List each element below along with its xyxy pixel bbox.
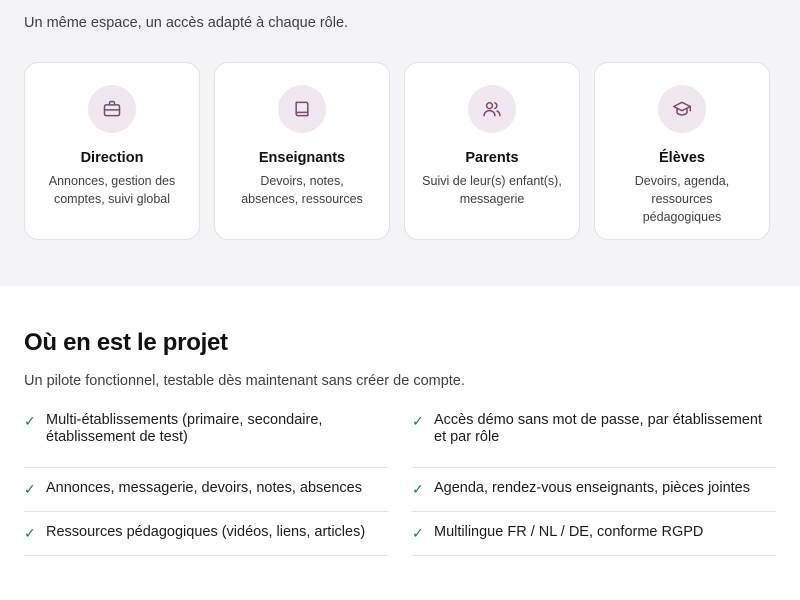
role-cards: Direction Annonces, gestion des comptes,…: [24, 62, 770, 240]
feature-text: Multilingue FR / NL / DE, conforme RGPD: [434, 524, 704, 540]
users-icon: [468, 85, 516, 133]
section-subtitle: Un pilote fonctionnel, testable dès main…: [24, 373, 465, 389]
feature-item: ✓ Multi-établissements (primaire, second…: [24, 412, 388, 468]
feature-item: ✓ Accès démo sans mot de passe, par étab…: [412, 412, 776, 468]
role-description: Annonces, gestion des comptes, suivi glo…: [48, 174, 176, 206]
check-icon: ✓: [412, 481, 424, 497]
book-icon: [278, 85, 326, 133]
check-icon: ✓: [412, 525, 424, 541]
feature-item: ✓ Multilingue FR / NL / DE, conforme RGP…: [412, 512, 776, 556]
feature-text: Annonces, messagerie, devoirs, notes, ab…: [46, 480, 362, 496]
project-section: Où en est le projet Un pilote fonctionne…: [0, 286, 800, 600]
graduation-cap-icon: [658, 85, 706, 133]
briefcase-icon: [88, 85, 136, 133]
role-card-direction: Direction Annonces, gestion des comptes,…: [24, 62, 200, 240]
role-card-eleves: Élèves Devoirs, agenda, ressources pédag…: [594, 62, 770, 240]
roles-section: Un même espace, un accès adapté à chaque…: [0, 0, 800, 286]
check-icon: ✓: [24, 481, 36, 497]
feature-text: Ressources pédagogiques (vidéos, liens, …: [46, 524, 366, 540]
feature-text: Multi-établissements (primaire, secondai…: [46, 412, 323, 445]
role-description: Suivi de leur(s) enfant(s), messagerie: [422, 174, 562, 206]
role-title: Élèves: [659, 150, 705, 166]
feature-text: Accès démo sans mot de passe, par établi…: [434, 412, 763, 445]
role-title: Parents: [465, 150, 519, 166]
feature-item: ✓ Agenda, rendez-vous enseignants, pièce…: [412, 468, 776, 512]
role-description: Devoirs, notes, absences, ressources: [241, 174, 363, 206]
role-description: Devoirs, agenda, ressources pédagogiques: [634, 174, 730, 224]
role-card-enseignants: Enseignants Devoirs, notes, absences, re…: [214, 62, 390, 240]
role-card-parents: Parents Suivi de leur(s) enfant(s), mess…: [404, 62, 580, 240]
feature-item: ✓ Ressources pédagogiques (vidéos, liens…: [24, 512, 388, 556]
check-icon: ✓: [24, 525, 36, 541]
check-icon: ✓: [412, 413, 424, 429]
role-title: Enseignants: [258, 150, 346, 166]
feature-item: ✓ Annonces, messagerie, devoirs, notes, …: [24, 468, 388, 512]
check-icon: ✓: [24, 413, 36, 429]
feature-text: Agenda, rendez-vous enseignants, pièces …: [434, 480, 750, 496]
feature-list: ✓ Multi-établissements (primaire, second…: [24, 412, 776, 556]
section-title: Où en est le projet: [24, 329, 228, 356]
roles-subtitle: Un même espace, un accès adapté à chaque…: [24, 15, 349, 31]
role-title: Direction: [80, 150, 144, 166]
